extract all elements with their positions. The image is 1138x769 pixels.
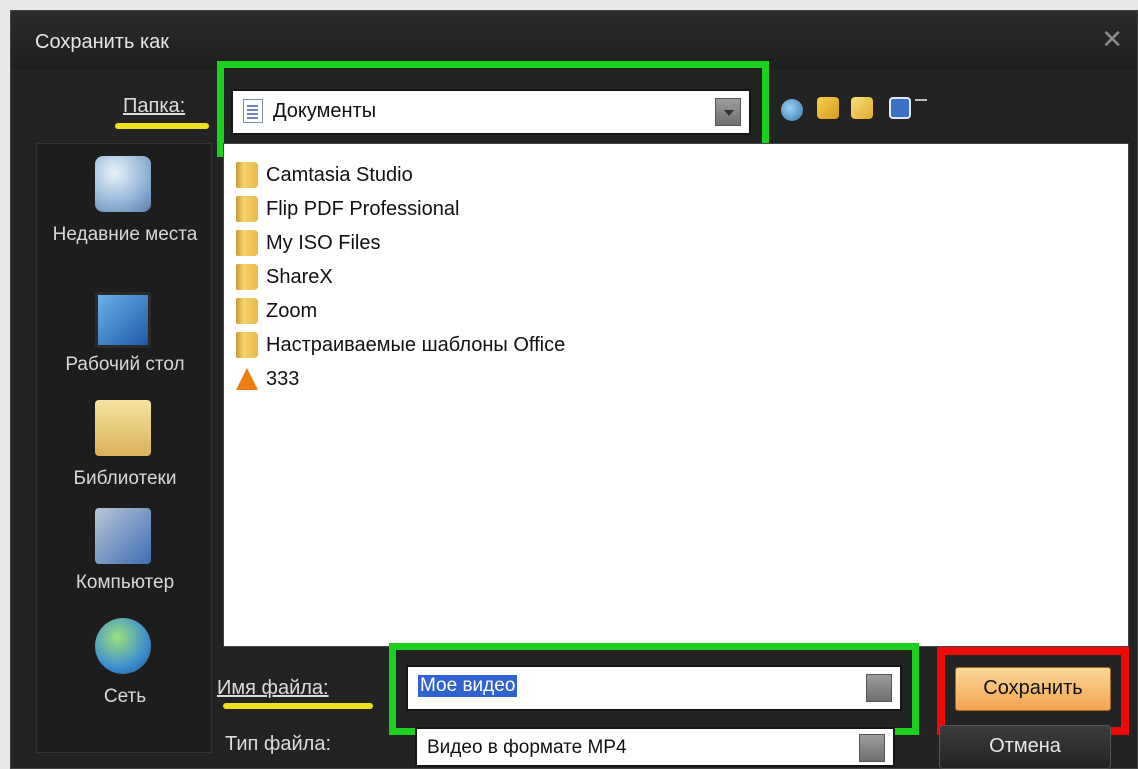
list-item[interactable]: Camtasia Studio xyxy=(236,158,413,192)
file-name: Camtasia Studio xyxy=(266,163,413,186)
save-as-dialog: Сохранить как ✕ Папка: Документы Недавни… xyxy=(10,10,1138,769)
file-name: 333 xyxy=(266,367,300,390)
annotation-underline-folder xyxy=(115,123,209,129)
chevron-down-icon[interactable] xyxy=(715,98,741,126)
cancel-button[interactable]: Отмена xyxy=(939,725,1111,769)
close-icon[interactable]: ✕ xyxy=(1101,25,1123,55)
folder-icon xyxy=(236,332,258,358)
libraries-icon xyxy=(95,400,151,456)
file-name: My ISO Files xyxy=(266,231,381,254)
folder-icon xyxy=(236,298,258,324)
list-item[interactable]: 333 xyxy=(236,362,299,396)
sidebar-item-label: Библиотеки xyxy=(73,468,177,489)
filetype-label: Тип файла: xyxy=(225,733,331,755)
folder-dropdown[interactable]: Документы xyxy=(231,89,751,135)
filename-label: Имя файла: xyxy=(217,677,329,699)
chevron-down-icon[interactable] xyxy=(866,674,892,702)
folder-label: Папка: xyxy=(123,95,186,117)
save-button[interactable]: Сохранить xyxy=(955,667,1111,711)
filename-input[interactable]: Мое видео xyxy=(406,665,902,711)
folder-icon xyxy=(236,230,258,256)
recent-places-icon xyxy=(95,156,151,212)
filetype-dropdown[interactable]: Видео в формате MP4 xyxy=(415,727,895,767)
sidebar-item-label: Компьютер xyxy=(75,572,175,593)
computer-icon xyxy=(95,508,151,564)
filetype-value: Видео в формате MP4 xyxy=(427,737,627,758)
list-item[interactable]: ShareX xyxy=(236,260,333,294)
list-item[interactable]: Zoom xyxy=(236,294,317,328)
file-name: Flip PDF Professional xyxy=(266,197,460,220)
file-list[interactable]: Camtasia Studio Flip PDF Professional My… xyxy=(223,143,1129,647)
folder-icon xyxy=(236,162,258,188)
up-folder-icon[interactable] xyxy=(817,97,839,119)
annotation-underline-filename xyxy=(223,703,373,709)
view-menu-dropdown-icon[interactable] xyxy=(915,99,927,101)
desktop-icon xyxy=(95,292,151,348)
network-icon xyxy=(95,618,151,674)
folder-dropdown-value: Документы xyxy=(273,100,377,122)
folder-icon xyxy=(236,264,258,290)
documents-icon xyxy=(243,99,263,123)
file-name: Настраиваемые шаблоны Office xyxy=(266,333,566,356)
vlc-icon xyxy=(236,368,258,390)
sidebar-item-label: Сеть xyxy=(103,686,147,707)
back-icon[interactable] xyxy=(781,99,803,121)
new-folder-icon[interactable] xyxy=(851,97,873,119)
list-item[interactable]: My ISO Files xyxy=(236,226,380,260)
sidebar-item-label: Недавние места xyxy=(52,224,198,245)
chevron-down-icon[interactable] xyxy=(859,734,885,762)
file-name: Zoom xyxy=(266,299,318,322)
sidebar-item-label: Рабочий стол xyxy=(65,354,185,375)
window-title: Сохранить как xyxy=(35,31,170,53)
view-menu-icon[interactable] xyxy=(889,97,911,119)
list-item[interactable]: Настраиваемые шаблоны Office xyxy=(236,328,565,362)
filename-input-value: Мое видео xyxy=(418,675,518,697)
places-sidebar: Недавние места Рабочий стол Библиотеки К… xyxy=(36,143,212,753)
list-item[interactable]: Flip PDF Professional xyxy=(236,192,459,226)
file-name: ShareX xyxy=(266,265,333,288)
folder-icon xyxy=(236,196,258,222)
